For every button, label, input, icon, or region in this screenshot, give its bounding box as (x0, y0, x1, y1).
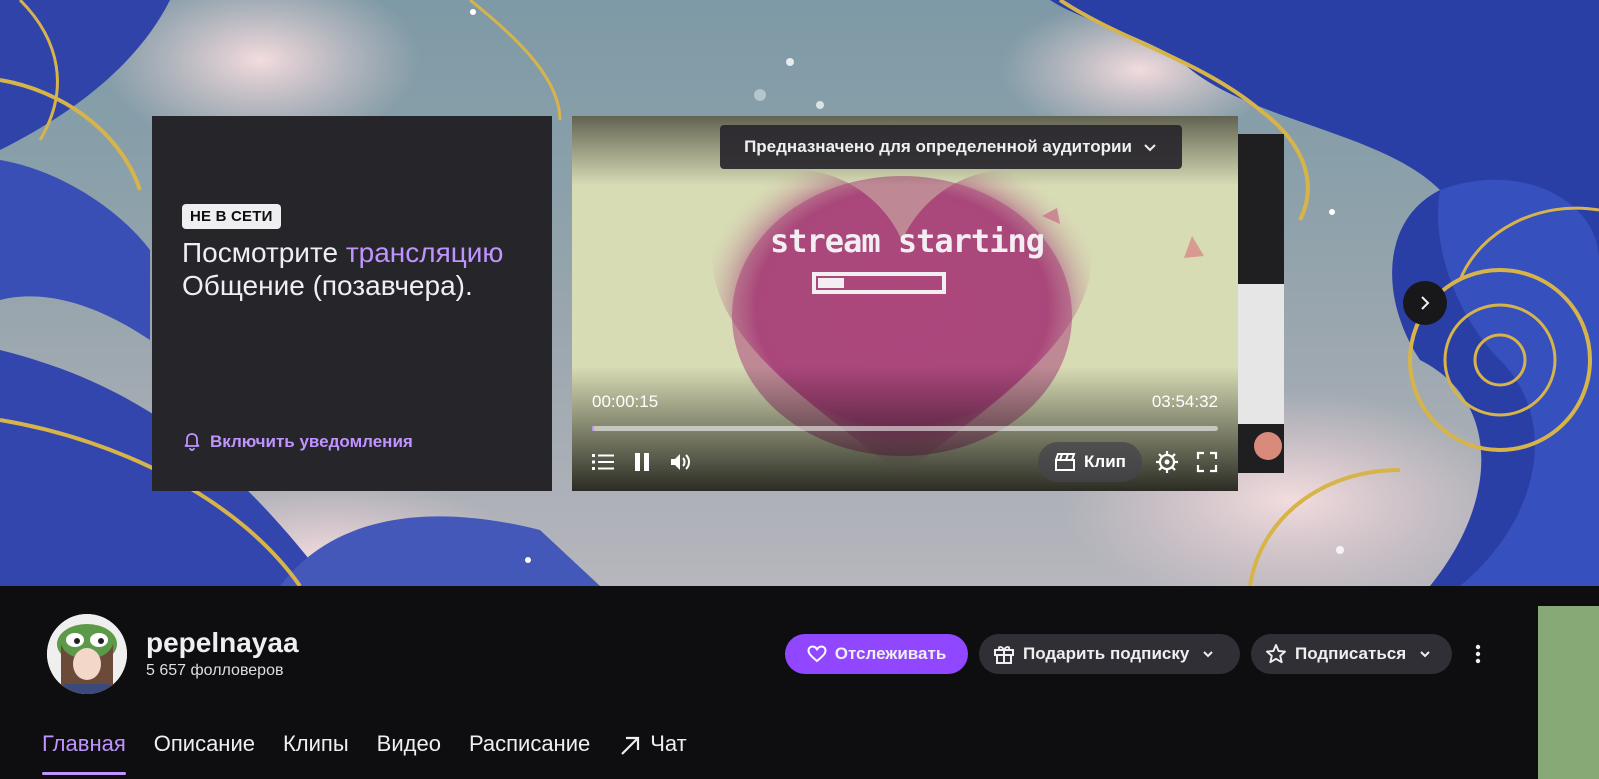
video-frame (572, 116, 1238, 491)
audience-warning-label: Предназначено для определенной аудитории (744, 137, 1132, 156)
tab-about[interactable]: Описание (154, 731, 255, 777)
chapters-button[interactable] (590, 442, 616, 482)
carousel-next-button[interactable] (1403, 281, 1447, 325)
more-vertical-icon (1475, 644, 1481, 664)
tab-videos[interactable]: Видео (377, 731, 441, 777)
video-player[interactable]: stream starting Предназначено для опреде… (572, 116, 1238, 491)
channel-banner: НЕ В СЕТИ Посмотрите трансляцию Общение … (0, 0, 1599, 586)
tab-clips-label: Клипы (282, 731, 349, 756)
chevron-down-icon (1203, 651, 1214, 658)
settings-button[interactable] (1154, 442, 1180, 482)
follow-button[interactable]: Отслеживать (785, 634, 968, 674)
chevron-down-icon (1144, 144, 1156, 152)
enable-notifications-label: Включить уведомления (210, 432, 413, 451)
offline-message: Посмотрите трансляцию Общение (позавчера… (182, 236, 522, 302)
gift-subscription-label: Подарить подписку (1023, 644, 1190, 663)
chevron-right-icon (1421, 296, 1430, 310)
tab-chat[interactable]: Чат (618, 731, 687, 777)
star-icon (1266, 644, 1286, 664)
seek-bar-progress (592, 426, 594, 431)
volume-icon (671, 454, 690, 470)
tab-about-label: Описание (153, 731, 255, 756)
follow-label: Отслеживать (834, 644, 947, 663)
gear-icon (1156, 451, 1178, 473)
list-icon (592, 454, 614, 470)
gift-subscription-button[interactable]: Подарить подписку (979, 634, 1240, 674)
last-stream-link[interactable]: трансляцию (346, 237, 504, 268)
tab-schedule-label: Расписание (468, 731, 591, 756)
pause-button[interactable] (630, 442, 654, 482)
side-panel-edge (1538, 606, 1599, 779)
tab-home-label: Главная (42, 731, 126, 756)
pause-icon (635, 453, 649, 471)
offline-text-after: Общение (позавчера). (182, 270, 473, 301)
fullscreen-icon (1196, 451, 1218, 473)
tab-home[interactable]: Главная (42, 731, 126, 777)
total-duration: 03:54:32 (1151, 392, 1218, 411)
current-time: 00:00:15 (592, 392, 659, 411)
channel-tabs: Главная Описание Клипы Видео Расписание … (42, 731, 715, 777)
next-video-thumbnail[interactable] (1238, 134, 1284, 473)
avatar[interactable] (47, 614, 127, 694)
offline-text-before: Посмотрите (182, 237, 346, 268)
channel-header: pepelnayaa 5 657 фолловеров Отслеживать … (0, 586, 1538, 779)
chevron-down-icon (1420, 651, 1430, 658)
side-panel-top (1538, 586, 1599, 606)
external-arrow-icon (621, 736, 640, 755)
offline-badge: НЕ В СЕТИ (182, 204, 281, 229)
gift-icon (994, 645, 1014, 664)
follower-count: 5 657 фолловеров (146, 662, 284, 679)
clip-label: Клип (1084, 452, 1126, 471)
fullscreen-button[interactable] (1194, 442, 1220, 482)
tab-schedule[interactable]: Расписание (469, 731, 590, 777)
enable-notifications-button[interactable]: Включить уведомления (182, 432, 413, 452)
video-overlay-text: stream starting (770, 222, 1045, 260)
thumbnail-image (1238, 134, 1284, 473)
audience-warning-dropdown[interactable]: Предназначено для определенной аудитории (720, 125, 1182, 169)
avatar-image (47, 614, 127, 694)
clip-button[interactable]: Клип (1038, 442, 1142, 482)
seek-bar[interactable] (592, 426, 1218, 431)
bell-icon (184, 433, 200, 451)
heart-icon (807, 645, 827, 663)
subscribe-label: Подписаться (1295, 644, 1407, 663)
tab-clips[interactable]: Клипы (283, 731, 349, 777)
subscribe-button[interactable]: Подписаться (1251, 634, 1452, 674)
more-options-button[interactable] (1466, 634, 1490, 674)
offline-card: НЕ В СЕТИ Посмотрите трансляцию Общение … (152, 116, 552, 491)
tab-videos-label: Видео (376, 731, 441, 756)
clapperboard-icon (1055, 453, 1076, 471)
channel-name[interactable]: pepelnayaa (146, 627, 299, 659)
volume-button[interactable] (668, 442, 694, 482)
tab-chat-label: Чат (650, 731, 687, 756)
